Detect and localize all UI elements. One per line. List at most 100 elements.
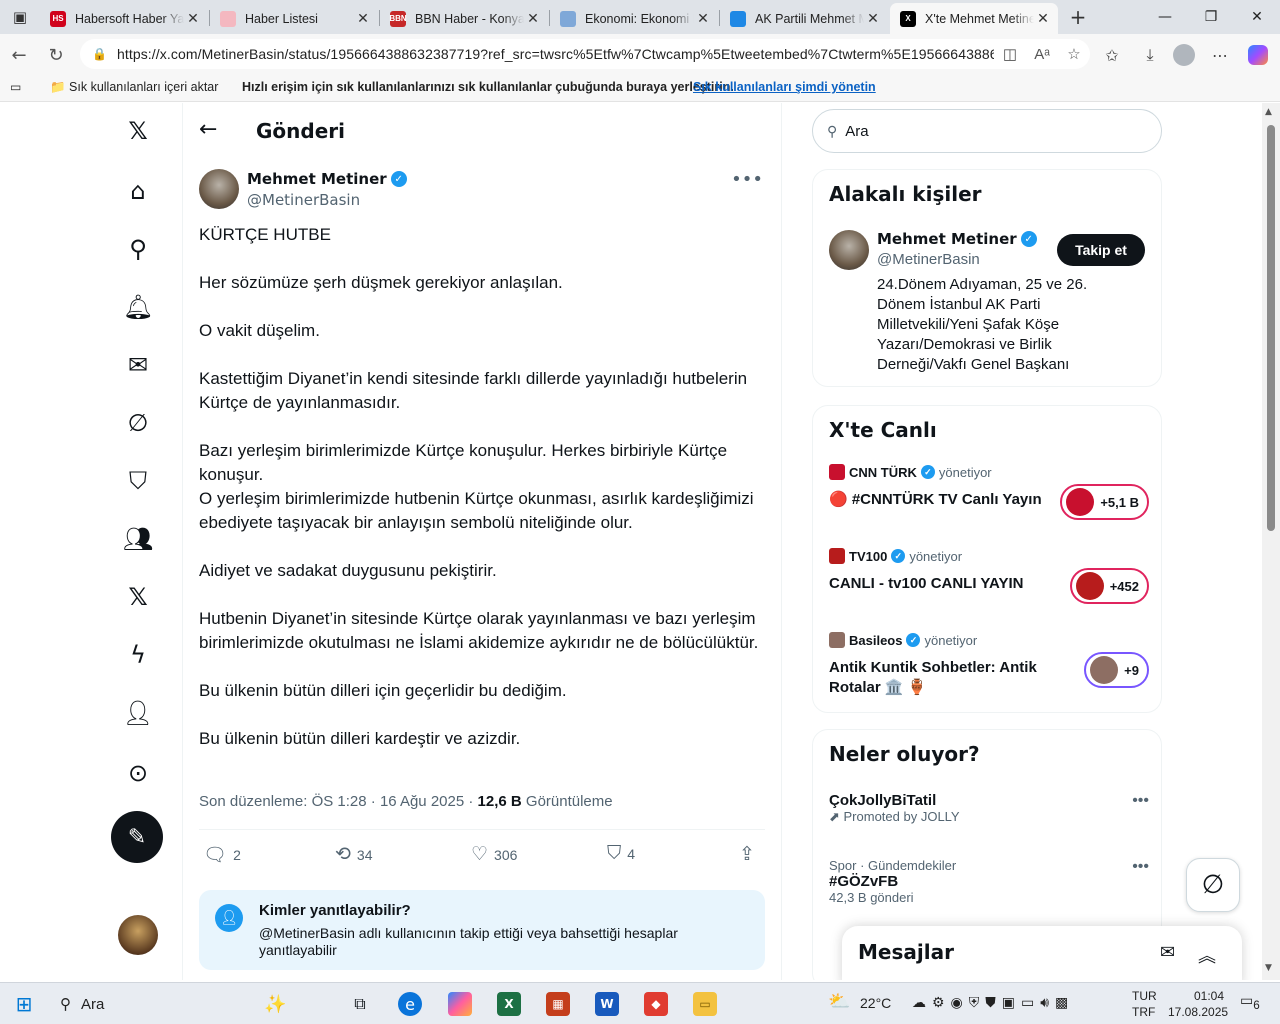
manage-favorites-link[interactable]: Sık kullanılanları şimdi yönetin (693, 80, 876, 94)
grok-float-button[interactable]: ∅ (1186, 858, 1240, 912)
repost-button[interactable]: ⟲ 34 (335, 843, 373, 866)
tab-title[interactable]: X'te Mehmet Metine (925, 12, 1034, 26)
post-more-icon[interactable]: ••• (731, 169, 763, 190)
settings-more-icon[interactable]: ⋯ (1206, 42, 1234, 68)
taskbar-search-label[interactable]: Ara (81, 996, 104, 1013)
trend-more-icon[interactable]: ••• (1132, 792, 1149, 810)
word-icon[interactable]: W (595, 992, 619, 1016)
minimize-button[interactable]: — (1142, 0, 1188, 34)
related-name-row[interactable]: Mehmet Metiner ✓ (877, 230, 1037, 248)
trend-title[interactable]: ÇokJollyBiTatil (829, 792, 1149, 809)
live-host[interactable]: Basileos ✓ yönetiyor (829, 632, 977, 648)
tab-title[interactable]: Ekonomi: Ekonomi H (585, 12, 694, 26)
new-tab-button[interactable]: + (1067, 4, 1089, 30)
tab-close-icon[interactable]: ✕ (524, 10, 542, 27)
refresh-icon[interactable]: ↻ (43, 42, 69, 68)
author-avatar[interactable] (199, 169, 239, 209)
live-title-text[interactable]: 🔴 #CNNTÜRK TV Canlı Yayın (829, 490, 1049, 510)
maximize-button[interactable]: ❐ (1188, 0, 1234, 34)
live-host[interactable]: CNN TÜRK ✓ yönetiyor (829, 464, 992, 480)
search-input[interactable]: ⚲ Ara (812, 109, 1162, 153)
post-timestamp[interactable]: Son düzenleme: ÖS 1:28 · 16 Ağu 2025 · (199, 793, 478, 810)
live-title-text[interactable]: CANLI - tv100 CANLI YAYIN (829, 574, 1049, 594)
import-favorites-link[interactable]: 📁 Sık kullanılanları içeri aktar (50, 80, 218, 95)
author-name-row[interactable]: Mehmet Metiner ✓ (247, 170, 407, 188)
browser-tab[interactable]: HS Habersoft Haber Yaz ✕ (40, 3, 208, 34)
trend-item[interactable]: Spor · Gündemdekiler #GÖZvFB 42,3 B gönd… (829, 858, 1149, 905)
related-name[interactable]: Mehmet Metiner (877, 230, 1017, 248)
tab-title[interactable]: AK Partili Mehmet M (755, 12, 864, 26)
communities-icon[interactable]: 👥︎ (108, 517, 168, 561)
favorites-icon[interactable]: ✩ (1098, 42, 1126, 68)
tab-close-icon[interactable]: ✕ (1034, 10, 1052, 27)
account-avatar[interactable] (118, 915, 158, 955)
live-item[interactable]: TV100 ✓ yönetiyor CANLI - tv100 CANLI YAYIN… (829, 548, 1149, 618)
edge-icon[interactable]: e (398, 992, 422, 1016)
live-title-text[interactable]: Antik Kuntik Sohbetler: Antik Rotalar 🏛️… (829, 658, 1049, 698)
home-icon[interactable]: ⌂ (108, 169, 168, 213)
messages-dock[interactable]: Mesajlar ✉ ︽ (842, 926, 1242, 980)
split-screen-icon[interactable]: ◫ (994, 45, 1026, 63)
related-handle[interactable]: @MetinerBasin (877, 251, 980, 268)
tray-icons[interactable]: ☁⚙◉⛨⛊▣▭🔊︎▩ (912, 994, 1074, 1011)
expand-icon[interactable]: ︽ (1198, 942, 1216, 968)
profile-icon[interactable] (1170, 42, 1198, 68)
favorite-star-icon[interactable]: ☆ (1058, 45, 1090, 63)
verified-orgs-icon[interactable]: ϟ (108, 633, 168, 677)
back-arrow-icon[interactable]: ← (199, 117, 217, 142)
copilot-taskbar-icon[interactable] (448, 992, 472, 1016)
author-name[interactable]: Mehmet Metiner (247, 170, 387, 188)
new-message-icon[interactable]: ✉ (1160, 942, 1175, 963)
live-host[interactable]: TV100 ✓ yönetiyor (829, 548, 962, 564)
browser-tab[interactable]: X X'te Mehmet Metine ✕ (890, 3, 1058, 34)
author-handle[interactable]: @MetinerBasin (247, 191, 360, 209)
trend-title[interactable]: #GÖZvFB (829, 873, 1149, 890)
live-item[interactable]: Basileos ✓ yönetiyor Antik Kuntik Sohbetler… (829, 632, 1149, 702)
host-name[interactable]: Basileos (849, 633, 902, 648)
more-nav-icon[interactable]: ⊙ (108, 751, 168, 795)
host-name[interactable]: CNN TÜRK (849, 465, 917, 480)
scroll-up-icon[interactable]: ▲ (1265, 107, 1272, 117)
search-icon[interactable]: ⚲ (108, 227, 168, 271)
language-indicator[interactable]: TUR TRF (1132, 988, 1157, 1020)
notification-center-icon[interactable]: ▭6 (1240, 992, 1260, 1012)
address-bar[interactable]: 🔒 https://x.com/MetinerBasin/status/1956… (80, 39, 1090, 69)
excel-icon[interactable]: X (497, 992, 521, 1016)
follow-button[interactable]: Takip et (1057, 234, 1145, 266)
tab-title[interactable]: BBN Haber - Konya - (415, 12, 524, 26)
compose-post-button[interactable]: ✎ (111, 811, 163, 863)
trend-item[interactable]: ÇokJollyBiTatil ⬈ Promoted by JOLLY ••• (829, 792, 1149, 825)
scroll-thumb[interactable] (1267, 125, 1275, 531)
tab-title[interactable]: Habersoft Haber Yaz (75, 12, 184, 26)
app-icon[interactable]: ▦ (546, 992, 570, 1016)
trend-more-icon[interactable]: ••• (1132, 858, 1149, 876)
tab-close-icon[interactable]: ✕ (864, 10, 882, 27)
tab-close-icon[interactable]: ✕ (354, 10, 372, 27)
tab-actions-icon[interactable]: ▣ (0, 0, 40, 34)
weather-icon[interactable]: ⛅ (828, 991, 850, 1012)
listener-badge[interactable]: +9 (1084, 652, 1149, 688)
browser-tab[interactable]: Ekonomi: Ekonomi H ✕ (550, 3, 718, 34)
start-icon[interactable]: ⊞ (12, 992, 36, 1016)
temperature[interactable]: 22°C (860, 995, 891, 1011)
reply-button[interactable]: 🗨︎ 2 (203, 843, 241, 867)
notifications-icon[interactable]: 🔔︎ (108, 285, 168, 329)
tab-close-icon[interactable]: ✕ (694, 10, 712, 27)
x-logo-icon[interactable]: 𝕏 (108, 109, 168, 153)
browser-tab[interactable]: BBN BBN Haber - Konya - ✕ (380, 3, 548, 34)
lock-icon[interactable]: 🔒 (92, 47, 107, 61)
file-explorer-icon[interactable]: ▭ (693, 992, 717, 1016)
share-button[interactable]: ⇪ (739, 843, 761, 866)
browser-tab[interactable]: Haber Listesi ✕ (210, 3, 378, 34)
listener-badge[interactable]: +5,1 B (1060, 484, 1149, 520)
profile-nav-icon[interactable]: 👤︎ (108, 691, 168, 735)
downloads-icon[interactable]: ⤓ (1136, 42, 1164, 68)
bookmark-button[interactable]: ⛉ 4 (607, 843, 635, 865)
tab-title[interactable]: Haber Listesi (245, 12, 354, 26)
url-text[interactable]: https://x.com/MetinerBasin/status/195666… (117, 46, 994, 62)
browser-tab[interactable]: AK Partili Mehmet M ✕ (720, 3, 888, 34)
taskbar-search[interactable]: ⚲ Ara ✨ (48, 987, 328, 1021)
scrollbar[interactable]: ▲ ▼ (1262, 103, 1280, 980)
back-icon[interactable]: ← (6, 42, 32, 68)
scroll-down-icon[interactable]: ▼ (1265, 963, 1272, 973)
